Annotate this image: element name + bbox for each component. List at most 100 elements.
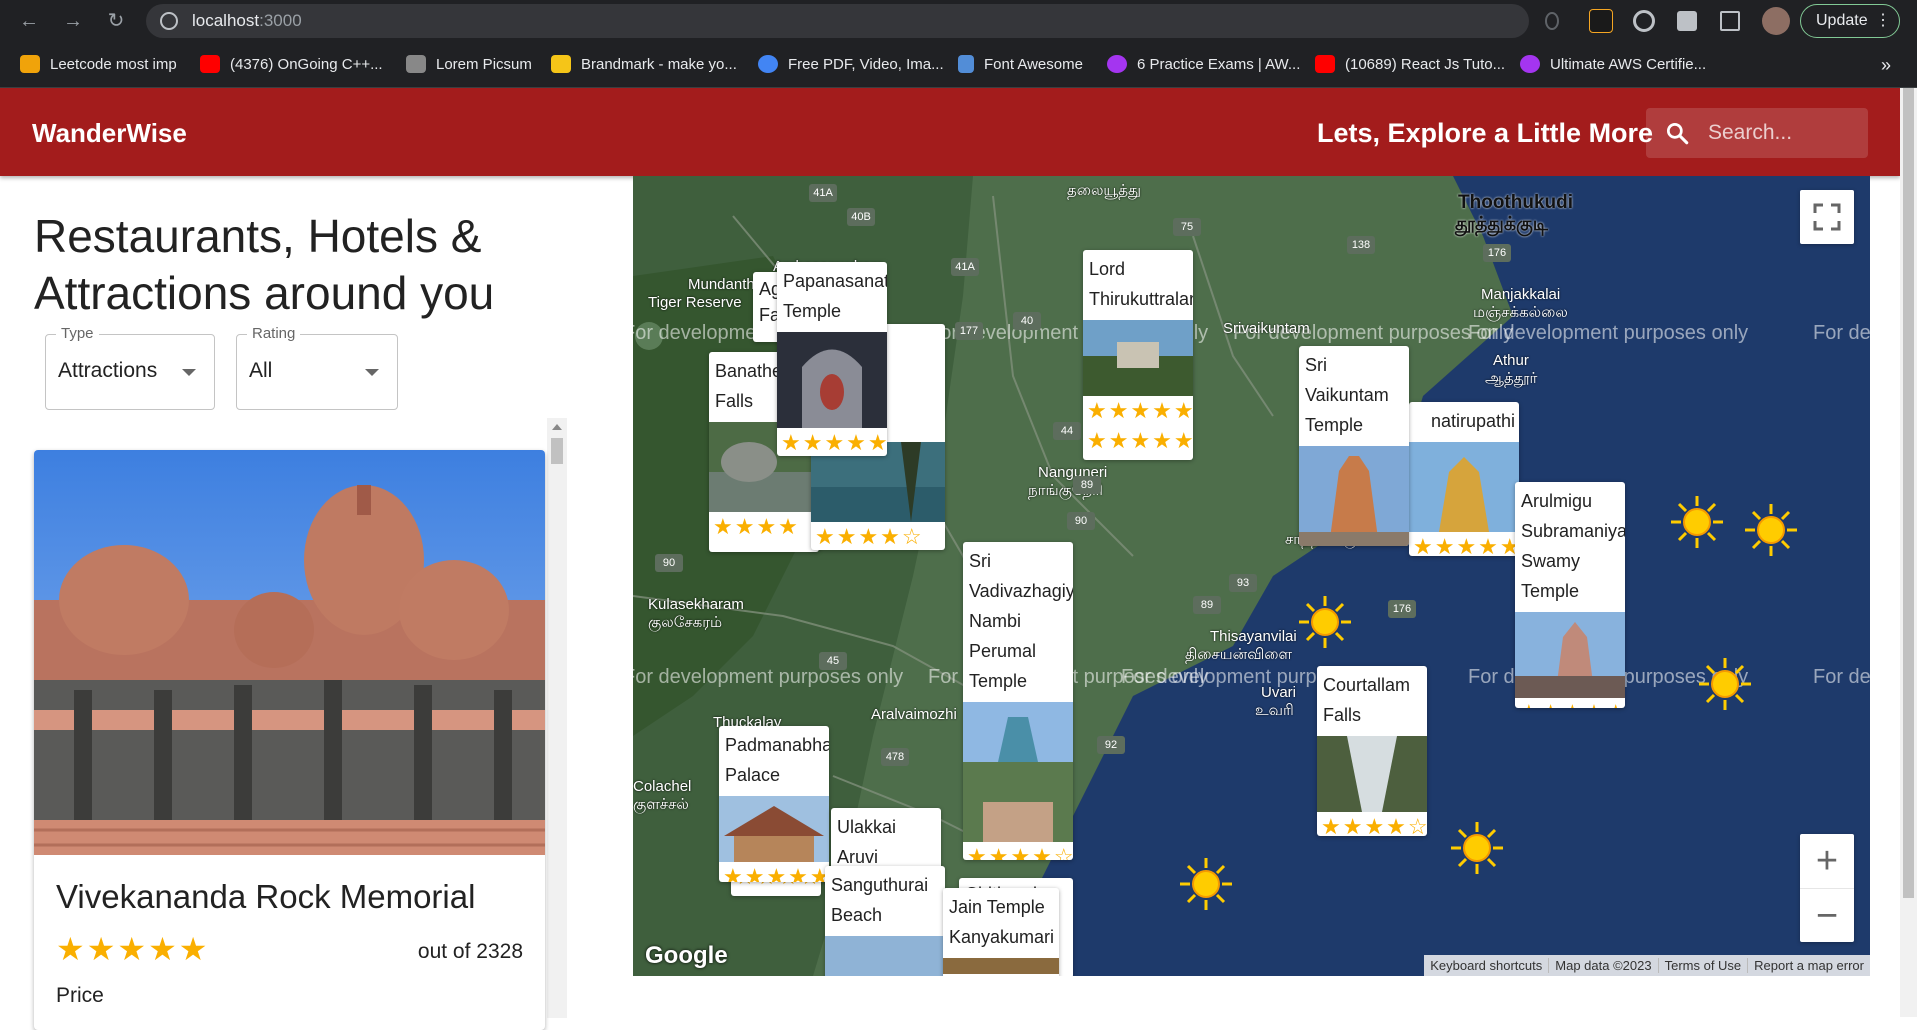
bookmark-4[interactable]: Free PDF, Video, Ima...	[758, 54, 944, 76]
map-attribution: Keyboard shortcuts Map data ©2023 Terms of…	[1424, 955, 1870, 976]
map-label-thisayanvilai: Thisayanvilai	[1210, 628, 1297, 645]
brand-logo[interactable]: WanderWise	[32, 118, 187, 149]
youtube-icon	[1315, 55, 1335, 73]
fullscreen-button[interactable]	[1800, 190, 1854, 244]
terms-of-use-link[interactable]: Terms of Use	[1657, 958, 1748, 973]
weather-sun-icon[interactable]	[1669, 494, 1725, 550]
kebab-menu-icon[interactable]: ⋮	[1875, 5, 1891, 37]
google-logo[interactable]: Google	[645, 942, 728, 970]
google-map[interactable]: For development purposes only For develo…	[633, 176, 1870, 976]
window-scrollbar-thumb[interactable]	[1903, 88, 1914, 898]
report-map-error-link[interactable]: Report a map error	[1747, 958, 1870, 973]
bookmark-label: (4376) OnGoing C++...	[230, 56, 383, 73]
search-box[interactable]	[1646, 108, 1868, 158]
address-bar[interactable]: localhost:3000	[146, 4, 1529, 38]
udemy-icon	[1107, 55, 1127, 73]
extensions-puzzle-icon[interactable]	[1677, 11, 1697, 31]
place-card[interactable]: Vivekananda Rock Memorial ★★★★★ out of 2…	[34, 450, 545, 1030]
weather-sun-icon[interactable]	[1178, 856, 1234, 912]
map-card-title: Banathe	[715, 361, 783, 381]
bookmark-8[interactable]: Ultimate AWS Certifie...	[1520, 54, 1706, 76]
bookmark-icon	[406, 55, 426, 73]
map-card-title: Courtallam Falls	[1323, 675, 1411, 725]
keyboard-shortcuts-link[interactable]: Keyboard shortcuts	[1424, 958, 1548, 973]
map-place-card[interactable]: Arulmigu Subramaniya Swamy Temple ★★★★★	[1515, 482, 1625, 708]
dev-watermark: For development purposes only	[1813, 666, 1870, 688]
zoom-out-button[interactable]: −	[1800, 888, 1854, 942]
map-card-stars: ★★★★★	[1087, 398, 1193, 423]
map-card-photo	[777, 332, 887, 428]
rating-select-value: All	[249, 359, 273, 382]
map-label-manjakkalai: Manjakkalai	[1481, 286, 1561, 303]
more-bookmarks-button[interactable]: »	[1881, 54, 1891, 76]
bookmark-1[interactable]: (4376) OnGoing C++...	[200, 54, 383, 76]
map-place-card[interactable]: Padmanabhapur Palace ★★★★★	[719, 726, 829, 882]
map-place-card[interactable]: Sri Vaikuntam Temple ★★★★★	[1299, 346, 1409, 546]
map-place-card[interactable]: natirupathi ★★★★★	[1409, 402, 1519, 556]
place-rating-stars: ★★★★★	[56, 931, 210, 967]
bookmark-2[interactable]: Lorem Picsum	[406, 54, 532, 76]
route-shield: 44	[1053, 422, 1081, 440]
weather-sun-icon[interactable]	[1449, 820, 1505, 876]
bookmark-icon	[20, 55, 40, 73]
bookmark-6[interactable]: 6 Practice Exams | AW...	[1107, 54, 1300, 76]
type-select[interactable]: Type Attractions	[45, 325, 215, 410]
map-label-srivaikuntam: Srivaikuntam	[1223, 320, 1310, 337]
map-card-photo	[825, 936, 945, 976]
profile-avatar[interactable]	[1762, 7, 1790, 35]
map-card-stars: ★★★★☆	[1321, 814, 1427, 836]
map-card-stars: ★★★★☆	[815, 524, 924, 549]
bookmark-label: Free PDF, Video, Ima...	[788, 56, 944, 73]
bookmarks-bar: Leetcode most imp (4376) OnGoing C++... …	[0, 42, 1917, 88]
map-label-uvari: Uvari	[1261, 684, 1297, 701]
weather-sun-icon[interactable]	[1697, 656, 1753, 712]
rating-select-label: Rating	[247, 325, 301, 342]
map-place-card[interactable]: Jain Temple Kanyakumari	[943, 888, 1059, 976]
route-shield: 138	[1347, 236, 1375, 254]
lighthouse-extension-icon[interactable]	[1589, 9, 1613, 33]
search-input[interactable]	[1708, 118, 1858, 148]
map-data-text: Map data ©2023	[1548, 958, 1658, 973]
map-card-photo	[943, 958, 1059, 974]
bookmark-7[interactable]: (10689) React Js Tuto...	[1315, 54, 1505, 76]
route-shield: 40B	[847, 208, 875, 226]
side-panel-icon[interactable]	[1720, 11, 1740, 31]
back-icon[interactable]: ←	[17, 9, 41, 33]
scroll-up-arrow-icon[interactable]	[552, 424, 562, 430]
map-card-title: Sanguthurai Beach	[831, 875, 929, 925]
weather-sun-icon[interactable]	[1743, 502, 1799, 558]
map-card-stars: ★★★★★	[1413, 534, 1519, 556]
update-button[interactable]: Update ⋮	[1800, 4, 1900, 38]
map-place-card[interactable]: Papanasanatha Temple ★★★★★	[777, 262, 887, 456]
mic-extension-icon[interactable]	[1545, 12, 1559, 30]
map-label-kulasekharam: Kulasekharam	[648, 596, 744, 613]
bookmark-label: Leetcode most imp	[50, 56, 177, 73]
map-place-card[interactable]: Courtallam Falls ★★★★☆	[1317, 666, 1427, 836]
list-scrollbar[interactable]	[547, 418, 567, 1018]
target-extension-icon[interactable]	[1633, 10, 1655, 32]
map-label-kulasekharam-ta: குலசேகரம்	[648, 614, 723, 631]
map-place-card[interactable]: Lord Thirukuttralanathar ★★★★★ ★★★★★	[1083, 250, 1193, 460]
bookmark-label: Ultimate AWS Certifie...	[1550, 56, 1707, 73]
list-scrollbar-thumb[interactable]	[551, 438, 563, 464]
weather-sun-icon[interactable]	[1297, 594, 1353, 650]
rating-select[interactable]: Rating All	[236, 325, 398, 410]
site-info-icon[interactable]	[160, 12, 178, 30]
app-header: WanderWise Lets, Explore a Little More	[0, 88, 1900, 176]
brandmark-icon	[551, 55, 571, 73]
reload-icon[interactable]: ↻	[104, 9, 128, 33]
map-card-stars: ★★★★☆	[967, 844, 1073, 860]
forward-icon[interactable]: →	[61, 9, 85, 33]
bookmark-0[interactable]: Leetcode most imp	[20, 54, 177, 76]
window-scrollbar[interactable]	[1900, 88, 1917, 1017]
zoom-in-button[interactable]: +	[1800, 834, 1854, 888]
bookmark-5[interactable]: Font Awesome	[958, 54, 1083, 76]
map-card-stars: ★★★★★	[1087, 428, 1193, 453]
route-shield: 176	[1483, 244, 1511, 262]
map-place-card[interactable]: Sri Vadivazhagiya Nambi Perumal Temple ★…	[963, 542, 1073, 860]
map-place-card[interactable]: Sanguthurai Beach	[825, 866, 945, 976]
header-tagline: Lets, Explore a Little More	[1317, 118, 1654, 148]
chevron-down-icon	[365, 369, 379, 376]
bookmark-3[interactable]: Brandmark - make yo...	[551, 54, 737, 76]
map-card-title: Lord Thirukuttralanathar	[1089, 259, 1193, 309]
